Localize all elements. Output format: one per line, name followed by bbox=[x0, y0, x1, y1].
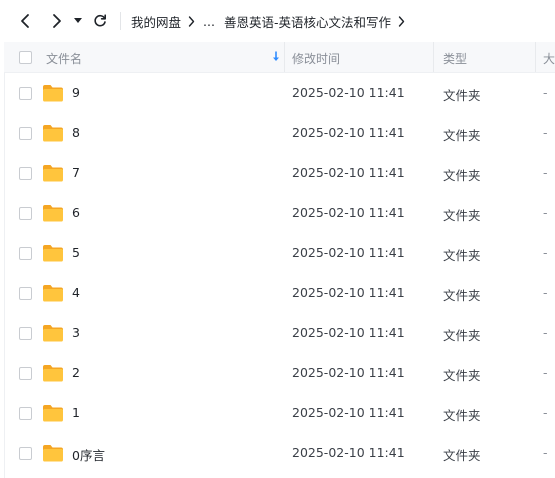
row-checkbox[interactable] bbox=[19, 447, 32, 460]
history-dropdown-button[interactable] bbox=[70, 10, 86, 32]
file-size: - bbox=[543, 125, 548, 140]
file-type: 文件夹 bbox=[443, 208, 481, 223]
file-modified-time: 2025-02-10 11:41 bbox=[292, 125, 405, 140]
folder-icon bbox=[43, 125, 63, 142]
breadcrumb-item-ellipsis[interactable]: ... bbox=[203, 14, 215, 29]
row-checkbox[interactable] bbox=[19, 287, 32, 300]
file-type: 文件夹 bbox=[443, 168, 481, 183]
file-type: 文件夹 bbox=[443, 368, 481, 383]
breadcrumb-chevron-icon bbox=[398, 15, 405, 27]
table-row[interactable]: 1 2025-02-10 11:41 文件夹 - bbox=[4, 393, 555, 433]
sort-descending-icon[interactable] bbox=[272, 51, 280, 62]
table-row[interactable]: 0序言 2025-02-10 11:41 文件夹 - bbox=[4, 433, 555, 473]
file-name[interactable]: 6 bbox=[72, 205, 80, 220]
file-size: - bbox=[543, 445, 548, 460]
file-size: - bbox=[543, 245, 548, 260]
folder-icon bbox=[43, 325, 63, 342]
table-row[interactable]: 9 2025-02-10 11:41 文件夹 - bbox=[4, 73, 555, 113]
file-name[interactable]: 1 bbox=[72, 405, 80, 420]
row-checkbox[interactable] bbox=[19, 327, 32, 340]
file-modified-time: 2025-02-10 11:41 bbox=[292, 445, 405, 460]
table-row[interactable]: 4 2025-02-10 11:41 文件夹 - bbox=[4, 273, 555, 313]
file-size: - bbox=[543, 285, 548, 300]
folder-icon bbox=[43, 85, 63, 102]
back-button[interactable] bbox=[14, 10, 36, 32]
file-type: 文件夹 bbox=[443, 288, 481, 303]
table-row[interactable]: 8 2025-02-10 11:41 文件夹 - bbox=[4, 113, 555, 153]
file-size: - bbox=[543, 405, 548, 420]
file-type: 文件夹 bbox=[443, 408, 481, 423]
row-checkbox[interactable] bbox=[19, 167, 32, 180]
breadcrumb-item-root[interactable]: 我的网盘 bbox=[131, 12, 181, 31]
toolbar-divider bbox=[120, 12, 121, 30]
file-name[interactable]: 2 bbox=[72, 365, 80, 380]
table-row[interactable]: 3 2025-02-10 11:41 文件夹 - bbox=[4, 313, 555, 353]
file-type: 文件夹 bbox=[443, 328, 481, 343]
table-header: 文件名 修改时间 类型 大 bbox=[4, 42, 555, 73]
row-checkbox[interactable] bbox=[19, 127, 32, 140]
breadcrumb: 我的网盘 ... 善恩英语-英语核心文法和写作 bbox=[131, 12, 413, 30]
file-size: - bbox=[543, 365, 548, 380]
table-row[interactable]: 7 2025-02-10 11:41 文件夹 - bbox=[4, 153, 555, 193]
file-name[interactable]: 0序言 bbox=[72, 445, 105, 464]
row-checkbox[interactable] bbox=[19, 407, 32, 420]
row-checkbox[interactable] bbox=[19, 247, 32, 260]
chevron-right-icon bbox=[53, 14, 61, 28]
file-type: 文件夹 bbox=[443, 88, 481, 103]
file-name[interactable]: 5 bbox=[72, 245, 80, 260]
file-size: - bbox=[543, 165, 548, 180]
row-checkbox[interactable] bbox=[19, 367, 32, 380]
column-header-type[interactable]: 类型 bbox=[443, 50, 467, 67]
table-row[interactable]: 2 2025-02-10 11:41 文件夹 - bbox=[4, 353, 555, 393]
file-type: 文件夹 bbox=[443, 248, 481, 263]
select-all-checkbox[interactable] bbox=[19, 51, 32, 64]
file-modified-time: 2025-02-10 11:41 bbox=[292, 245, 405, 260]
file-name[interactable]: 9 bbox=[72, 85, 80, 100]
file-size: - bbox=[543, 325, 548, 340]
breadcrumb-chevron-icon bbox=[188, 15, 195, 27]
column-divider[interactable] bbox=[284, 42, 285, 72]
file-name[interactable]: 8 bbox=[72, 125, 80, 140]
toolbar: 我的网盘 ... 善恩英语-英语核心文法和写作 bbox=[0, 0, 555, 42]
file-size: - bbox=[543, 85, 548, 100]
folder-icon bbox=[43, 445, 63, 462]
column-header-size[interactable]: 大 bbox=[543, 50, 555, 67]
file-modified-time: 2025-02-10 11:41 bbox=[292, 85, 405, 100]
column-header-modified[interactable]: 修改时间 bbox=[292, 50, 340, 67]
file-modified-time: 2025-02-10 11:41 bbox=[292, 325, 405, 340]
file-modified-time: 2025-02-10 11:41 bbox=[292, 405, 405, 420]
table-row[interactable]: 6 2025-02-10 11:41 文件夹 - bbox=[4, 193, 555, 233]
breadcrumb-item-current[interactable]: 善恩英语-英语核心文法和写作 bbox=[224, 12, 391, 31]
file-modified-time: 2025-02-10 11:41 bbox=[292, 365, 405, 380]
folder-icon bbox=[43, 365, 63, 382]
forward-button[interactable] bbox=[46, 10, 68, 32]
chevron-left-icon bbox=[21, 14, 29, 28]
row-checkbox[interactable] bbox=[19, 207, 32, 220]
file-size: - bbox=[543, 205, 548, 220]
file-modified-time: 2025-02-10 11:41 bbox=[292, 165, 405, 180]
caret-down-icon bbox=[74, 18, 82, 23]
file-name[interactable]: 4 bbox=[72, 285, 80, 300]
table-row[interactable]: 5 2025-02-10 11:41 文件夹 - bbox=[4, 233, 555, 273]
refresh-button[interactable] bbox=[89, 10, 111, 32]
file-name[interactable]: 3 bbox=[72, 325, 80, 340]
refresh-icon bbox=[94, 14, 106, 27]
file-modified-time: 2025-02-10 11:41 bbox=[292, 205, 405, 220]
row-checkbox[interactable] bbox=[19, 87, 32, 100]
file-name[interactable]: 7 bbox=[72, 165, 80, 180]
column-divider[interactable] bbox=[433, 42, 434, 72]
column-header-name[interactable]: 文件名 bbox=[46, 50, 82, 67]
file-type: 文件夹 bbox=[443, 448, 481, 463]
file-modified-time: 2025-02-10 11:41 bbox=[292, 285, 405, 300]
file-type: 文件夹 bbox=[443, 128, 481, 143]
column-divider[interactable] bbox=[535, 42, 536, 72]
folder-icon bbox=[43, 245, 63, 262]
folder-icon bbox=[43, 205, 63, 222]
folder-icon bbox=[43, 285, 63, 302]
folder-icon bbox=[43, 405, 63, 422]
folder-icon bbox=[43, 165, 63, 182]
